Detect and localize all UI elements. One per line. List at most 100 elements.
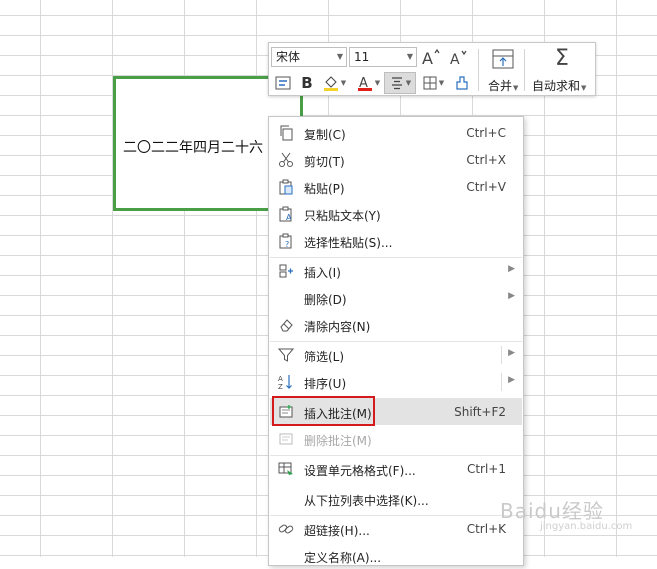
- chevron-down-icon: ▼: [374, 79, 381, 87]
- menu-item-shortcut: Shift+F2: [454, 405, 506, 419]
- menu-item-delete[interactable]: 删除(D) ▶: [270, 285, 522, 311]
- baidu-watermark: Baidu经验 jingyan.baidu.com: [500, 495, 632, 532]
- svg-text:A: A: [450, 52, 460, 67]
- menu-item-label: 超链接(H)...: [304, 524, 370, 538]
- menu-item-label: 定义名称(A)...: [304, 551, 382, 565]
- menu-item-label: 删除批注(M): [304, 434, 372, 448]
- fill-bucket-icon: [323, 76, 338, 91]
- menu-item-label: 从下拉列表中选择(K)...: [304, 494, 429, 508]
- cell-text: 二〇二二年四月二十六: [123, 140, 263, 156]
- menu-item-copy[interactable]: 复制(C) Ctrl+C: [270, 120, 522, 146]
- copy-icon: [280, 125, 293, 141]
- chevron-down-icon: ▼: [581, 84, 587, 92]
- watermark-subtext: jingyan.baidu.com: [540, 521, 633, 532]
- submenu-arrow-icon: ▶: [508, 264, 515, 274]
- bold-icon: B: [301, 74, 313, 92]
- svg-text:A: A: [278, 375, 283, 383]
- chevron-down-icon: ▼: [336, 52, 343, 61]
- menu-item-sort[interactable]: AZ 排序(U) ▶: [270, 369, 522, 395]
- menu-item-label: 删除(D): [304, 293, 347, 307]
- merge-label: 合并: [488, 79, 513, 93]
- font-color-button[interactable]: A ▼: [354, 73, 382, 93]
- sigma-icon: Σ: [555, 45, 569, 71]
- menu-item-filter[interactable]: 筛选(L) ▶: [270, 342, 522, 368]
- svg-text:?: ?: [285, 240, 289, 249]
- menu-item-shortcut: Ctrl+1: [466, 462, 506, 476]
- format-painter-icon: [456, 76, 468, 90]
- font-name-select[interactable]: 宋体 ▼: [271, 47, 347, 67]
- menu-item-label: 排序(U): [304, 377, 347, 391]
- context-menu: 复制(C) Ctrl+C 剪切(T) Ctrl+X 粘贴(P) Ctrl+V A…: [268, 116, 524, 566]
- merge-cells-icon: [492, 49, 514, 69]
- bold-button[interactable]: B: [297, 73, 317, 93]
- submenu-arrow-icon: ▶: [508, 375, 515, 385]
- align-center-icon: [391, 77, 402, 90]
- delete-comment-icon: [279, 433, 293, 445]
- menu-item-paste-special[interactable]: ? 选择性粘贴(S)...: [270, 228, 522, 254]
- menu-item-paste-text-only[interactable]: A 只粘贴文本(Y): [270, 201, 522, 227]
- format-painter-button[interactable]: [452, 73, 472, 93]
- menu-item-label: 筛选(L): [304, 350, 345, 364]
- merge-center-button[interactable]: [490, 47, 516, 71]
- font-size-select[interactable]: 11 ▼: [349, 47, 417, 67]
- menu-item-define-name[interactable]: 定义名称(A)...: [270, 543, 522, 569]
- paste-icon: [279, 179, 293, 195]
- sort-az-icon: AZ: [278, 375, 292, 390]
- menu-item-cut[interactable]: 剪切(T) Ctrl+X: [270, 147, 522, 173]
- chevron-down-icon: ▼: [405, 79, 412, 87]
- paste-text-icon: A: [279, 206, 292, 222]
- font-color-icon: A: [357, 76, 372, 91]
- submenu-arrow-icon: ▶: [508, 348, 515, 358]
- increase-font-size-button[interactable]: A: [421, 46, 441, 68]
- annotation-highlight-box: [272, 396, 375, 426]
- autosum-label-wrap[interactable]: 自动求和▼: [532, 77, 586, 94]
- submenu-divider: [501, 346, 502, 364]
- menu-item-clear-contents[interactable]: 清除内容(N): [270, 312, 522, 338]
- submenu-divider: [501, 373, 502, 391]
- paste-special-icon: ?: [279, 233, 292, 249]
- menu-item-label: 复制(C): [304, 128, 346, 142]
- wrap-text-button[interactable]: [273, 73, 293, 93]
- scissors-icon: [279, 152, 293, 167]
- menu-item-label: 粘贴(P): [304, 182, 345, 196]
- borders-button[interactable]: ▼: [419, 73, 447, 93]
- eraser-icon: [280, 319, 293, 332]
- menu-item-label: 剪切(T): [304, 155, 345, 169]
- menu-item-pick-from-dropdown[interactable]: 从下拉列表中选择(K)...: [270, 486, 522, 512]
- fill-color-button[interactable]: ▼: [320, 73, 348, 93]
- menu-item-label: 插入(I): [304, 266, 341, 280]
- chevron-down-icon: ▼: [406, 52, 413, 61]
- svg-text:Z: Z: [278, 383, 283, 390]
- menu-item-shortcut: Ctrl+X: [466, 153, 506, 167]
- decrease-font-size-button[interactable]: A: [449, 46, 469, 68]
- menu-item-insert[interactable]: 插入(I) ▶: [270, 258, 522, 284]
- menu-item-hyperlink[interactable]: 超链接(H)... Ctrl+K: [270, 516, 522, 542]
- menu-item-label: 设置单元格格式(F)...: [304, 464, 416, 478]
- menu-item-shortcut: Ctrl+V: [466, 180, 506, 194]
- merge-label-wrap[interactable]: 合并▼: [488, 77, 518, 94]
- wrap-text-icon: [275, 76, 291, 90]
- menu-item-label: 清除内容(N): [304, 320, 371, 334]
- watermark-text: Baidu经验: [500, 499, 604, 523]
- font-name-value: 宋体: [276, 50, 301, 64]
- align-center-button[interactable]: ▼: [384, 72, 416, 94]
- svg-text:A: A: [286, 213, 292, 222]
- menu-item-label: 选择性粘贴(S)...: [304, 236, 393, 250]
- filter-icon: [278, 348, 294, 362]
- menu-item-format-cells[interactable]: 设置单元格格式(F)... Ctrl+1: [270, 456, 522, 482]
- chevron-down-icon: ▼: [340, 79, 347, 87]
- borders-icon: [423, 76, 437, 90]
- menu-item-shortcut: Ctrl+C: [466, 126, 506, 140]
- increase-font-icon: A: [422, 48, 440, 67]
- insert-cells-icon: [279, 264, 293, 278]
- menu-item-label: 只粘贴文本(Y): [304, 209, 381, 223]
- svg-text:A: A: [422, 49, 433, 67]
- font-size-value: 11: [354, 50, 370, 64]
- menu-item-delete-comment: 删除批注(M): [270, 426, 522, 452]
- toolbar-divider: [478, 49, 479, 91]
- autosum-button[interactable]: Σ: [550, 45, 574, 71]
- menu-item-paste[interactable]: 粘贴(P) Ctrl+V: [270, 174, 522, 200]
- chevron-down-icon: ▼: [513, 84, 519, 92]
- submenu-arrow-icon: ▶: [508, 291, 515, 301]
- toolbar-divider: [524, 49, 525, 91]
